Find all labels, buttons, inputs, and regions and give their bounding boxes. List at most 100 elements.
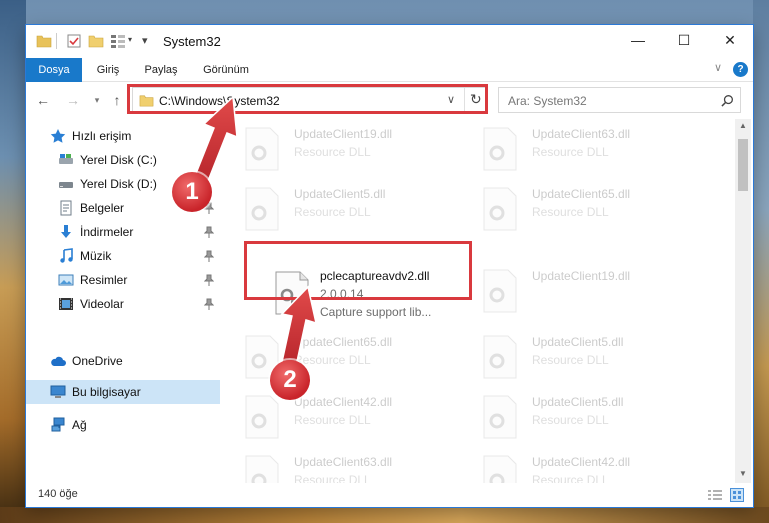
dll-file-icon: [245, 455, 279, 483]
maximize-button[interactable]: ☐: [661, 25, 707, 55]
back-arrow-icon[interactable]: ←: [34, 91, 52, 109]
status-bar: 140 öğe: [26, 483, 753, 507]
file-item[interactable]: UpdateClient42.dll Resource DLL: [236, 391, 466, 451]
ribbon-expand-icon[interactable]: ∨: [714, 61, 722, 74]
file-type: Resource DLL: [532, 205, 609, 219]
title-separator: [56, 33, 57, 49]
sidebar-item-label: Bu bilgisayar: [72, 385, 141, 399]
file-name: UpdateClient42.dll: [532, 455, 631, 469]
pin-icon[interactable]: [204, 226, 214, 238]
dll-file-icon: [245, 127, 279, 171]
large-icons-view-icon[interactable]: [730, 488, 744, 502]
sidebar-item-network[interactable]: Ağ: [26, 413, 220, 437]
sidebar-item-downloads[interactable]: İndirmeler: [26, 220, 220, 244]
window-title: System32: [163, 34, 221, 49]
file-name: UpdateClient19.dll: [294, 127, 393, 141]
file-item[interactable]: UpdateClient19.dll: [474, 265, 704, 325]
quick-access-chevron-icon[interactable]: ▾: [142, 34, 148, 47]
scrollbar-thumb[interactable]: [738, 139, 748, 191]
sidebar-item-quick-access[interactable]: Hızlı erişim: [26, 124, 220, 148]
sidebar-item-music[interactable]: Müzik: [26, 244, 220, 268]
dll-file-icon: [483, 269, 517, 313]
sidebar-item-onedrive[interactable]: OneDrive: [26, 349, 220, 373]
details-view-icon[interactable]: [708, 490, 722, 501]
file-type: Resource DLL: [294, 413, 371, 427]
file-type: Resource DLL: [532, 413, 609, 427]
search-placeholder: Ara: System32: [508, 94, 587, 108]
help-icon[interactable]: ?: [733, 62, 748, 77]
forward-arrow-icon[interactable]: →: [64, 91, 82, 109]
search-box[interactable]: Ara: System32: [498, 87, 741, 113]
file-item[interactable]: UpdateClient42.dll Resource DLL: [474, 451, 704, 483]
file-type: Resource DLL: [532, 145, 609, 159]
file-list: UpdateClient19.dll Resource DLL UpdateCl…: [236, 119, 736, 483]
new-folder-icon[interactable]: [88, 33, 104, 49]
file-type: Resource DLL: [294, 145, 371, 159]
file-item[interactable]: UpdateClient5.dll Resource DLL: [474, 331, 704, 391]
pin-icon[interactable]: [204, 250, 214, 262]
file-name: UpdateClient5.dll: [532, 395, 624, 409]
minimize-button[interactable]: —: [615, 25, 661, 55]
up-arrow-icon[interactable]: ↑: [108, 91, 126, 109]
pin-icon[interactable]: [204, 298, 214, 310]
file-item[interactable]: UpdateClient5.dll Resource DLL: [236, 183, 466, 243]
item-count: 140 öğe: [38, 488, 78, 500]
desktop-background-right: [753, 0, 769, 523]
dll-file-icon: [245, 395, 279, 439]
tab-home[interactable]: Giriş: [86, 58, 130, 82]
customize-dropdown-icon[interactable]: ▾: [128, 35, 132, 44]
file-name: UpdateClient65.dll: [294, 335, 393, 349]
scroll-down-icon[interactable]: ▼: [739, 469, 747, 478]
file-name: UpdateClient5.dll: [532, 335, 624, 349]
file-item[interactable]: UpdateClient65.dll Resource DLL: [474, 183, 704, 243]
file-type: Resource DLL: [294, 353, 371, 367]
pin-icon[interactable]: [204, 274, 214, 286]
step-1-callout: 1: [172, 172, 212, 212]
recent-locations-chevron-icon[interactable]: ▾: [88, 91, 106, 109]
drive-icon: [59, 182, 73, 188]
dll-file-icon: [483, 335, 517, 379]
dll-file-icon: [483, 455, 517, 483]
scroll-up-icon[interactable]: ▲: [739, 121, 747, 130]
file-explorer-window: ▾ ▾ System32 — ☐ ✕ Dosya Giriş Paylaş Gö…: [26, 25, 753, 507]
sidebar-item-this-pc[interactable]: Bu bilgisayar: [26, 380, 220, 404]
file-name: UpdateClient19.dll: [532, 269, 631, 283]
network-icon: [51, 417, 65, 432]
file-item[interactable]: UpdateClient63.dll Resource DLL: [236, 451, 466, 483]
sidebar-item-label: Müzik: [80, 249, 112, 263]
file-description: Capture support lib...: [320, 305, 432, 319]
file-item[interactable]: UpdateClient19.dll Resource DLL: [236, 123, 466, 183]
file-type: Resource DLL: [532, 473, 609, 483]
vertical-scrollbar[interactable]: ▲ ▼: [735, 119, 751, 483]
search-icon[interactable]: [721, 94, 734, 107]
drive-icon: [59, 154, 73, 164]
sidebar-item-label: Resimler: [80, 273, 128, 287]
sidebar-item-label: Hızlı erişim: [72, 129, 132, 143]
ribbon-tabs: Dosya Giriş Paylaş Görünüm ∨ ?: [26, 58, 753, 82]
sidebar-item-videos[interactable]: Videolar: [26, 292, 220, 316]
close-button[interactable]: ✕: [707, 25, 753, 55]
sidebar-item-label: Belgeler: [80, 201, 125, 215]
tab-file[interactable]: Dosya: [26, 58, 82, 82]
desktop-background-left: [0, 0, 26, 523]
title-bar: ▾ ▾ System32 — ☐ ✕: [26, 25, 753, 58]
cloud-icon: [51, 356, 66, 366]
sidebar-item-label: İndirmeler: [80, 225, 134, 239]
tab-view[interactable]: Görünüm: [196, 58, 256, 82]
file-name: UpdateClient65.dll: [532, 187, 631, 201]
file-name: UpdateClient63.dll: [532, 127, 631, 141]
sidebar-item-label: Yerel Disk (C:): [80, 153, 157, 167]
videos-icon: [59, 298, 73, 310]
dll-file-icon: [483, 187, 517, 231]
sidebar-item-pictures[interactable]: Resimler: [26, 268, 220, 292]
file-item[interactable]: UpdateClient63.dll Resource DLL: [474, 123, 704, 183]
file-item[interactable]: UpdateClient5.dll Resource DLL: [474, 391, 704, 451]
sidebar-item-local-disk-c[interactable]: Yerel Disk (C:): [26, 148, 220, 172]
folder-icon: [36, 35, 52, 48]
sidebar-item-label: Ağ: [72, 418, 87, 432]
sidebar-item-label: Yerel Disk (D:): [80, 177, 157, 191]
tab-share[interactable]: Paylaş: [136, 58, 186, 82]
view-toggle-icon[interactable]: [110, 33, 126, 49]
music-icon: [60, 248, 73, 263]
properties-icon[interactable]: [66, 33, 82, 49]
